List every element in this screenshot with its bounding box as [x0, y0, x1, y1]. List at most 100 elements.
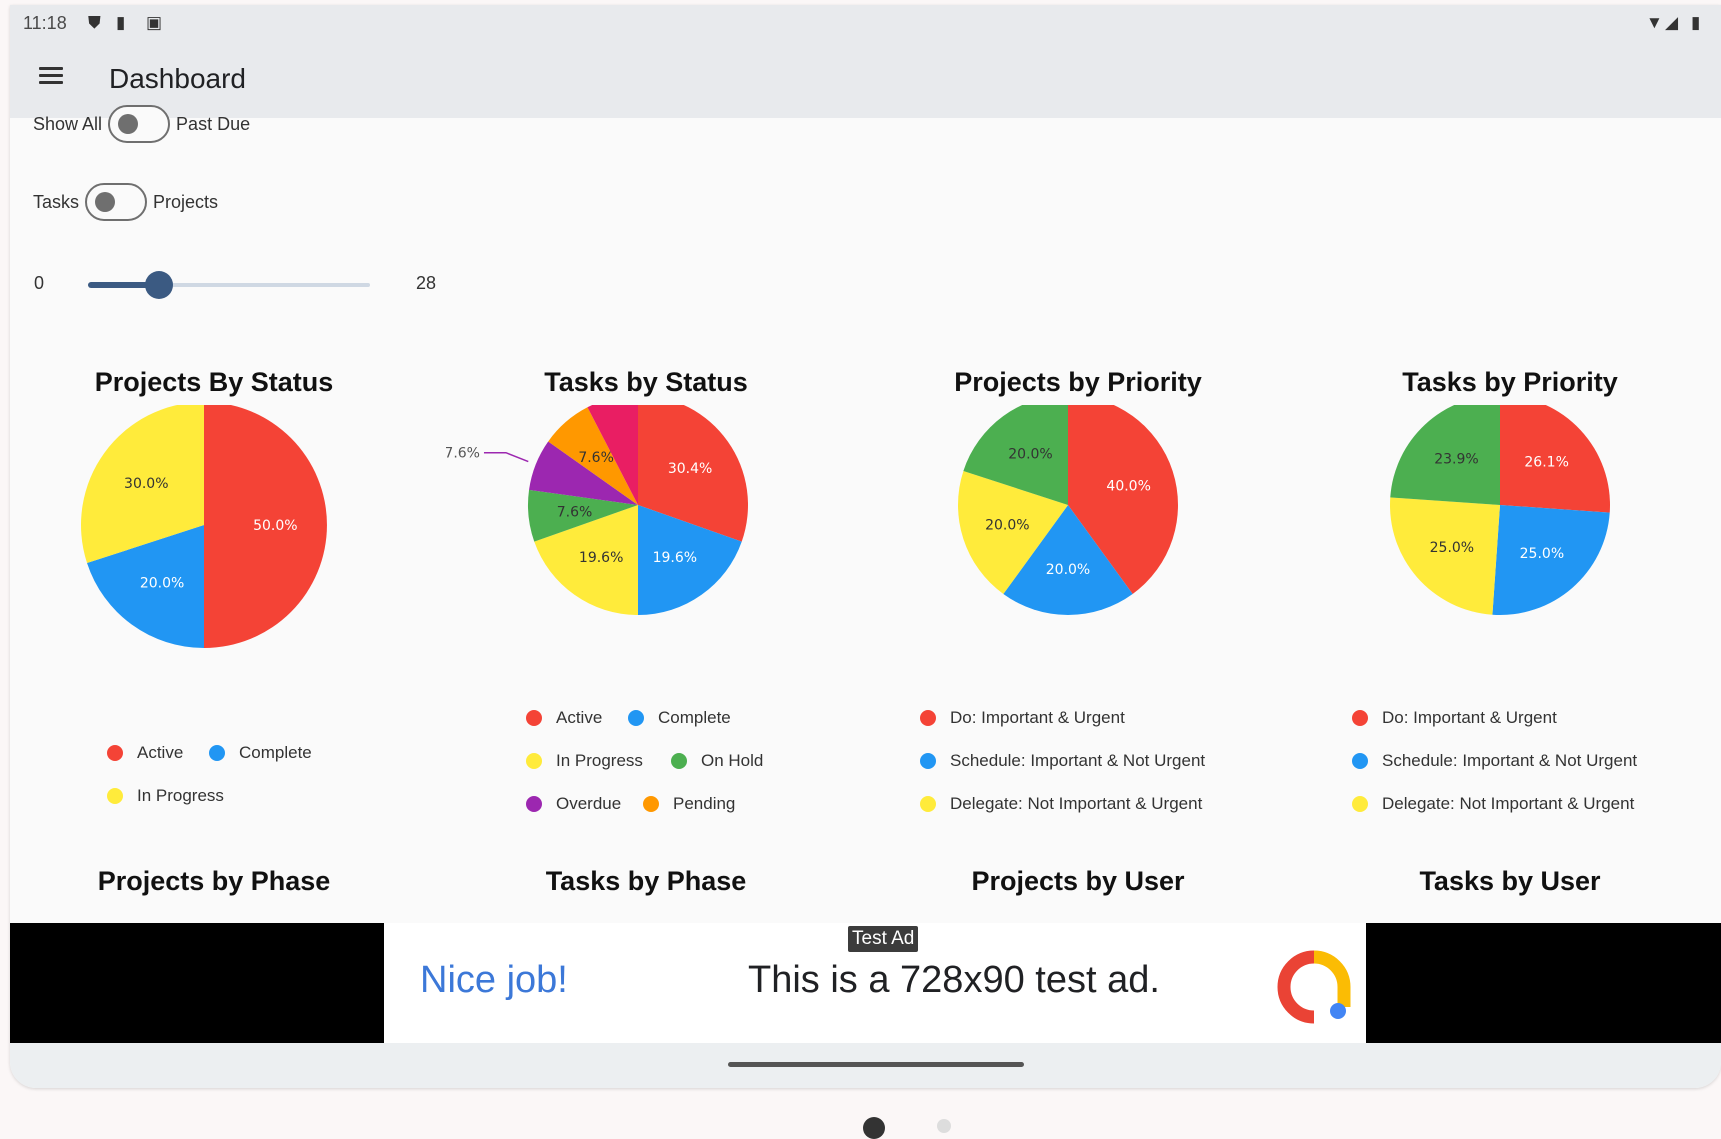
- legend-item[interactable]: Active: [107, 743, 183, 763]
- legend-label: Overdue: [556, 794, 622, 813]
- slice-value-label: 26.1%: [1524, 454, 1568, 470]
- slice-value-label: 7.6%: [446, 446, 480, 462]
- legend-item[interactable]: In Progress: [526, 751, 643, 771]
- projects-by-priority-pie: 40.0% 20.0% 20.0% 20.0%: [958, 405, 1178, 615]
- legend-item[interactable]: Pending: [643, 794, 735, 814]
- legend-pie-icon: [1352, 753, 1368, 769]
- legend-item[interactable]: Complete: [628, 708, 731, 728]
- show-all-toggle-row: Show All Past Due: [33, 105, 250, 143]
- legend-label: Active: [556, 708, 603, 727]
- wifi-icon: ▼: [1646, 13, 1663, 32]
- test-ad-badge: Test Ad: [848, 926, 919, 952]
- menu-icon[interactable]: [36, 61, 66, 91]
- status-time: 11:18: [23, 13, 67, 33]
- past-due-switch[interactable]: [108, 105, 171, 143]
- page-title: Dashboard: [109, 63, 246, 94]
- ad-logo-icon: [1277, 950, 1351, 1024]
- navigation-bar: [10, 1043, 1721, 1088]
- legend-pie-icon: [526, 753, 542, 769]
- legend-tasks-by-priority: Do: Important & Urgent Schedule: Importa…: [1352, 708, 1692, 838]
- app-bar: Dashboard: [10, 39, 1721, 118]
- battery-icon: ▮: [1691, 13, 1701, 32]
- legend-label: In Progress: [137, 786, 224, 805]
- ad-card[interactable]: Test Ad Nice job! This is a 728x90 test …: [384, 923, 1366, 1043]
- home-gesture-handle[interactable]: [728, 1062, 1024, 1067]
- legend-label: Do: Important & Urgent: [1382, 708, 1557, 727]
- legend-pie-icon: [526, 796, 542, 812]
- legend-pie-icon: [628, 710, 644, 726]
- legend-pie-icon: [671, 753, 687, 769]
- legend-label: Complete: [658, 708, 731, 727]
- slice-value-label: 19.6%: [579, 550, 623, 566]
- slice-value-label: 30.0%: [124, 476, 168, 492]
- chart-title: Projects by Priority: [954, 367, 1202, 397]
- legend-label: Do: Important & Urgent: [950, 708, 1125, 727]
- slice-value-label: 25.0%: [1520, 546, 1564, 562]
- legend-item[interactable]: In Progress: [107, 786, 224, 806]
- sd-card-icon: ▮: [116, 13, 126, 32]
- page-indicator-dot: [937, 1119, 951, 1133]
- legend-item[interactable]: On Hold: [671, 751, 763, 771]
- tasks-by-priority-pie: 26.1% 25.0% 25.0% 23.9%: [1390, 405, 1610, 615]
- legend-label: Pending: [673, 794, 736, 813]
- projects-switch[interactable]: [85, 183, 148, 221]
- legend-label: In Progress: [556, 751, 643, 770]
- legend-projects-by-status: Active Complete In Progress: [107, 743, 427, 843]
- slice-value-label: 20.0%: [985, 518, 1029, 534]
- legend-item[interactable]: Do: Important & Urgent: [920, 708, 1125, 728]
- legend-item[interactable]: Delegate: Not Important & Urgent: [920, 794, 1202, 814]
- switch-knob: [118, 114, 139, 134]
- range-slider: 0 28: [10, 265, 510, 305]
- ad-body: This is a 728x90 test ad.: [748, 959, 1160, 1001]
- legend-item[interactable]: Schedule: Important & Not Urgent: [1352, 751, 1637, 771]
- slider-max-label: 28: [416, 273, 437, 293]
- status-bar: 11:18 ⛊ ▮ ▣ ▼ ◢ ▮: [10, 5, 1721, 39]
- toggle-left-label: Show All: [33, 113, 103, 134]
- switch-knob: [95, 192, 116, 212]
- legend-item[interactable]: Complete: [209, 743, 312, 763]
- legend-pie-icon: [107, 745, 123, 761]
- legend-item[interactable]: Delegate: Not Important & Urgent: [1352, 794, 1634, 814]
- slice-value-label: 20.0%: [1008, 446, 1052, 462]
- notification-icon: ▣: [146, 13, 163, 32]
- shield-icon: ⛊: [88, 13, 101, 32]
- legend-item[interactable]: Do: Important & Urgent: [1352, 708, 1557, 728]
- slice-value-label: 7.6%: [578, 450, 614, 466]
- chart-title: Projects By Status: [94, 367, 334, 397]
- legend-label: Delegate: Not Important & Urgent: [950, 794, 1203, 813]
- legend-pie-icon: [920, 753, 936, 769]
- slider-min-label: 0: [34, 273, 45, 293]
- legend-pie-icon: [107, 788, 123, 804]
- slice-value-label: 30.4%: [668, 461, 712, 477]
- ad-headline[interactable]: Nice job!: [420, 959, 568, 1002]
- legend-label: Schedule: Important & Not Urgent: [950, 751, 1206, 770]
- tasks-by-status-pie: 30.4%19.6%19.6%7.6%7.6%7.6%7.6%: [446, 405, 748, 615]
- slice-value-label: 25.0%: [1430, 540, 1474, 556]
- signal-icon: ◢: [1665, 13, 1679, 32]
- slice-value-label: 20.0%: [140, 576, 184, 592]
- toggle-right-label: Projects: [153, 191, 219, 212]
- toggle-right-label: Past Due: [176, 113, 251, 134]
- legend-pie-icon: [1352, 710, 1368, 726]
- legend-item[interactable]: Schedule: Important & Not Urgent: [920, 751, 1205, 771]
- projects-by-status-pie: 50.0% 20.0% 30.0%: [81, 405, 327, 648]
- legend-item[interactable]: Overdue: [526, 794, 621, 814]
- toggle-left-label: Tasks: [33, 191, 80, 212]
- legend-tasks-by-status: Active Complete In Progress On Hold Over…: [526, 708, 846, 838]
- slice-value-label: 20.0%: [1046, 562, 1090, 578]
- slice-value-label: 50.0%: [253, 518, 297, 534]
- legend-pie-icon: [920, 710, 936, 726]
- ad-banner: Test Ad Nice job! This is a 728x90 test …: [10, 923, 1721, 1043]
- slice-value-label: 40.0%: [1106, 478, 1150, 494]
- chart-title: Tasks by Status: [544, 367, 748, 397]
- legend-label: On Hold: [701, 751, 764, 770]
- legend-label: Active: [137, 743, 184, 762]
- legend-pie-icon: [920, 796, 936, 812]
- slider-track[interactable]: [88, 271, 370, 299]
- legend-item[interactable]: Active: [526, 708, 602, 728]
- legend-label: Delegate: Not Important & Urgent: [1382, 794, 1635, 813]
- pie-slice[interactable]: [1390, 497, 1500, 615]
- slider-thumb[interactable]: [144, 271, 173, 299]
- chart-title: Tasks by Phase: [545, 866, 747, 896]
- legend-pie-icon: [526, 710, 542, 726]
